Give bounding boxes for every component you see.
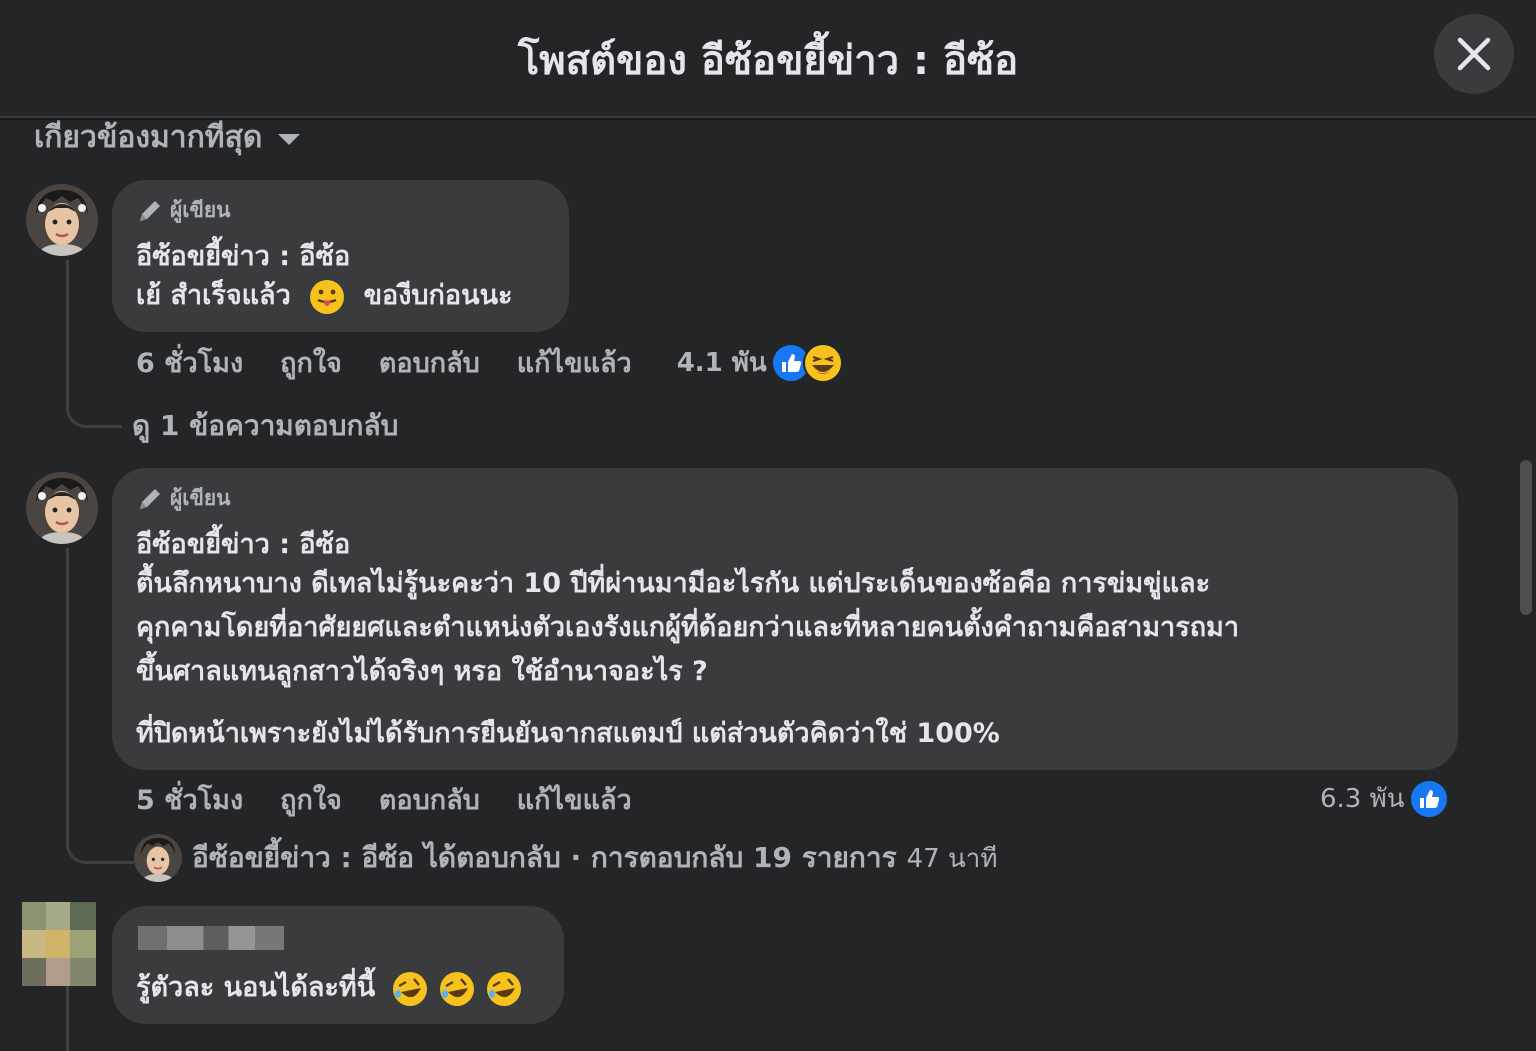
comment-text-line: ขึ้นศาลแทนลูกสาวได้จริงๆ หรอ ใช้อำนาจอะไ… [136, 656, 708, 687]
edited-label: แก้ไขแล้ว [516, 785, 632, 816]
rofl-emoji-icon [487, 971, 522, 1006]
sort-label: เกี่ยวข้องมากที่สุด [34, 120, 263, 155]
comment-text-line: ตื้นลึกหนาบาง ดีเทลไม่รู้นะคะว่า 10 ปีที… [136, 568, 1211, 599]
author-badge: ผู้เขียน [136, 482, 231, 515]
thread-connector [66, 380, 122, 428]
comment-text: รู้ตัวละ นอนได้ละที่นี้ [136, 966, 523, 1010]
edited-label: แก้ไขแล้ว [516, 348, 632, 379]
thread-line [66, 548, 69, 848]
reply-summary-time: 47 นาที [906, 843, 998, 874]
avatar[interactable] [26, 184, 98, 256]
reaction-count: 6.3 พัน [1320, 784, 1405, 814]
comment-text-part: รู้ตัวละ นอนได้ละที่นี้ [136, 972, 376, 1003]
thread-line [66, 980, 69, 1051]
avatar[interactable] [26, 472, 98, 544]
reaction-count: 4.1 พัน [676, 348, 767, 378]
reactions[interactable]: 4.1 พัน [677, 342, 843, 383]
comment-text-line: คุกคามโดยที่อาศัยยศและตำแหน่งตัวเองรังแก… [136, 612, 1240, 643]
pencil-icon [140, 488, 160, 509]
author-name-redacted[interactable] [138, 926, 284, 950]
haha-icon [802, 342, 843, 383]
comment-actions: 5 ชั่วโมง ถูกใจ ตอบกลับ แก้ไขแล้ว [136, 778, 669, 821]
comment-actions: 6 ชั่วโมง ถูกใจ ตอบกลับ แก้ไขแล้ว 4.1 พั… [136, 341, 843, 384]
reactions[interactable]: 6.3 พัน [1320, 778, 1449, 819]
comment-text-part: เย้ สำเร็จแล้ว [136, 280, 291, 311]
comments-panel: เกี่ยวข้องมากที่สุด ผู้เขียน อีซ้อขยี้ข่… [0, 120, 1512, 1051]
avatar [134, 834, 182, 882]
comment-time[interactable]: 5 ชั่วโมง [136, 778, 243, 821]
like-action[interactable]: ถูกใจ [280, 778, 342, 821]
author-badge-label: ผู้เขียน [170, 486, 231, 510]
comment-bubble: รู้ตัวละ นอนได้ละที่นี้ [112, 906, 564, 1024]
pencil-icon [140, 200, 160, 221]
close-icon [1457, 37, 1491, 71]
tongue-emoji-icon [310, 279, 345, 314]
comment-text: เย้ สำเร็จแล้ว ของีบก่อนนะ [136, 274, 513, 318]
close-button[interactable] [1434, 14, 1514, 94]
rofl-emoji-icon [392, 971, 427, 1006]
thread-connector [66, 820, 134, 864]
avatar-pixelated[interactable] [22, 902, 96, 986]
author-badge: ผู้เขียน [136, 194, 231, 227]
comment-text-line: ที่ปิดหน้าเพราะยังไม่ได้รับการยืนยันจากส… [136, 718, 1000, 749]
caret-down-icon [278, 134, 301, 145]
view-replies-link[interactable]: ดู 1 ข้อความตอบกลับ [132, 404, 398, 448]
comment-bubble: ผู้เขียน อีซ้อขยี้ข่าว : อีซ้อ ตื้นลึกหน… [112, 468, 1458, 770]
rofl-emoji-icon [440, 971, 475, 1006]
reply-summary-text: อีซ้อขยี้ข่าว : อีซ้อ ได้ตอบกลับ · การตอ… [192, 841, 897, 874]
author-badge-label: ผู้เขียน [170, 198, 231, 222]
comment-text-part: ของีบก่อนนะ [363, 280, 513, 311]
reply-action[interactable]: ตอบกลับ [379, 778, 480, 821]
comment-author[interactable]: อีซ้อขยี้ข่าว : อีซ้อ [136, 522, 350, 565]
comment-author[interactable]: อีซ้อขยี้ข่าว : อีซ้อ [136, 234, 350, 277]
like-action[interactable]: ถูกใจ [280, 341, 342, 384]
scrollbar-thumb[interactable] [1520, 460, 1532, 615]
reply-summary[interactable]: อีซ้อขยี้ข่าว : อีซ้อ ได้ตอบกลับ · การตอ… [134, 834, 998, 882]
sort-dropdown[interactable]: เกี่ยวข้องมากที่สุด [34, 120, 301, 161]
reply-action[interactable]: ตอบกลับ [379, 341, 480, 384]
like-icon [1408, 778, 1449, 819]
comment-time[interactable]: 6 ชั่วโมง [136, 341, 243, 384]
dialog-title: โพสต์ของ อีซ้อขยี้ข่าว : อีซ้อ [517, 38, 1019, 84]
dialog-header: โพสต์ของ อีซ้อขยี้ข่าว : อีซ้อ [0, 0, 1536, 118]
comment-bubble: ผู้เขียน อีซ้อขยี้ข่าว : อีซ้อ เย้ สำเร็… [112, 180, 569, 332]
